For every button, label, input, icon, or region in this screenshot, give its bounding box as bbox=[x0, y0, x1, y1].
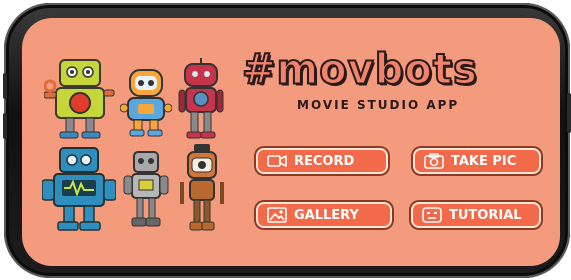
phone-frame: #movbots MOVIE STUDIO APP RECORD TAKE PI… bbox=[3, 3, 571, 278]
volume-button bbox=[3, 113, 7, 139]
camera-icon bbox=[423, 152, 445, 170]
app-screen: #movbots MOVIE STUDIO APP RECORD TAKE PI… bbox=[22, 18, 560, 266]
tutorial-button[interactable]: TUTORIAL bbox=[411, 202, 541, 228]
take-pic-button-label: TAKE PIC bbox=[451, 153, 517, 169]
robot-face-icon bbox=[421, 206, 443, 224]
take-pic-button[interactable]: TAKE PIC bbox=[413, 148, 541, 174]
robot-brown[interactable] bbox=[178, 144, 226, 232]
video-camera-icon bbox=[266, 152, 288, 170]
record-button-label: RECORD bbox=[294, 153, 355, 169]
robot-grey[interactable] bbox=[122, 150, 170, 230]
image-icon bbox=[266, 206, 288, 224]
gallery-button-label: GALLERY bbox=[294, 207, 359, 223]
robot-red[interactable] bbox=[178, 58, 224, 140]
app-subtitle: MOVIE STUDIO APP bbox=[297, 98, 460, 112]
app-logo: #movbots bbox=[241, 45, 478, 95]
power-button bbox=[567, 93, 571, 133]
robot-yellow[interactable] bbox=[44, 58, 116, 140]
gallery-button[interactable]: GALLERY bbox=[256, 202, 392, 228]
record-button[interactable]: RECORD bbox=[256, 148, 388, 174]
robot-blue[interactable] bbox=[42, 146, 116, 232]
robot-orange[interactable] bbox=[120, 68, 172, 138]
tutorial-button-label: TUTORIAL bbox=[449, 207, 522, 223]
volume-button bbox=[3, 73, 7, 99]
